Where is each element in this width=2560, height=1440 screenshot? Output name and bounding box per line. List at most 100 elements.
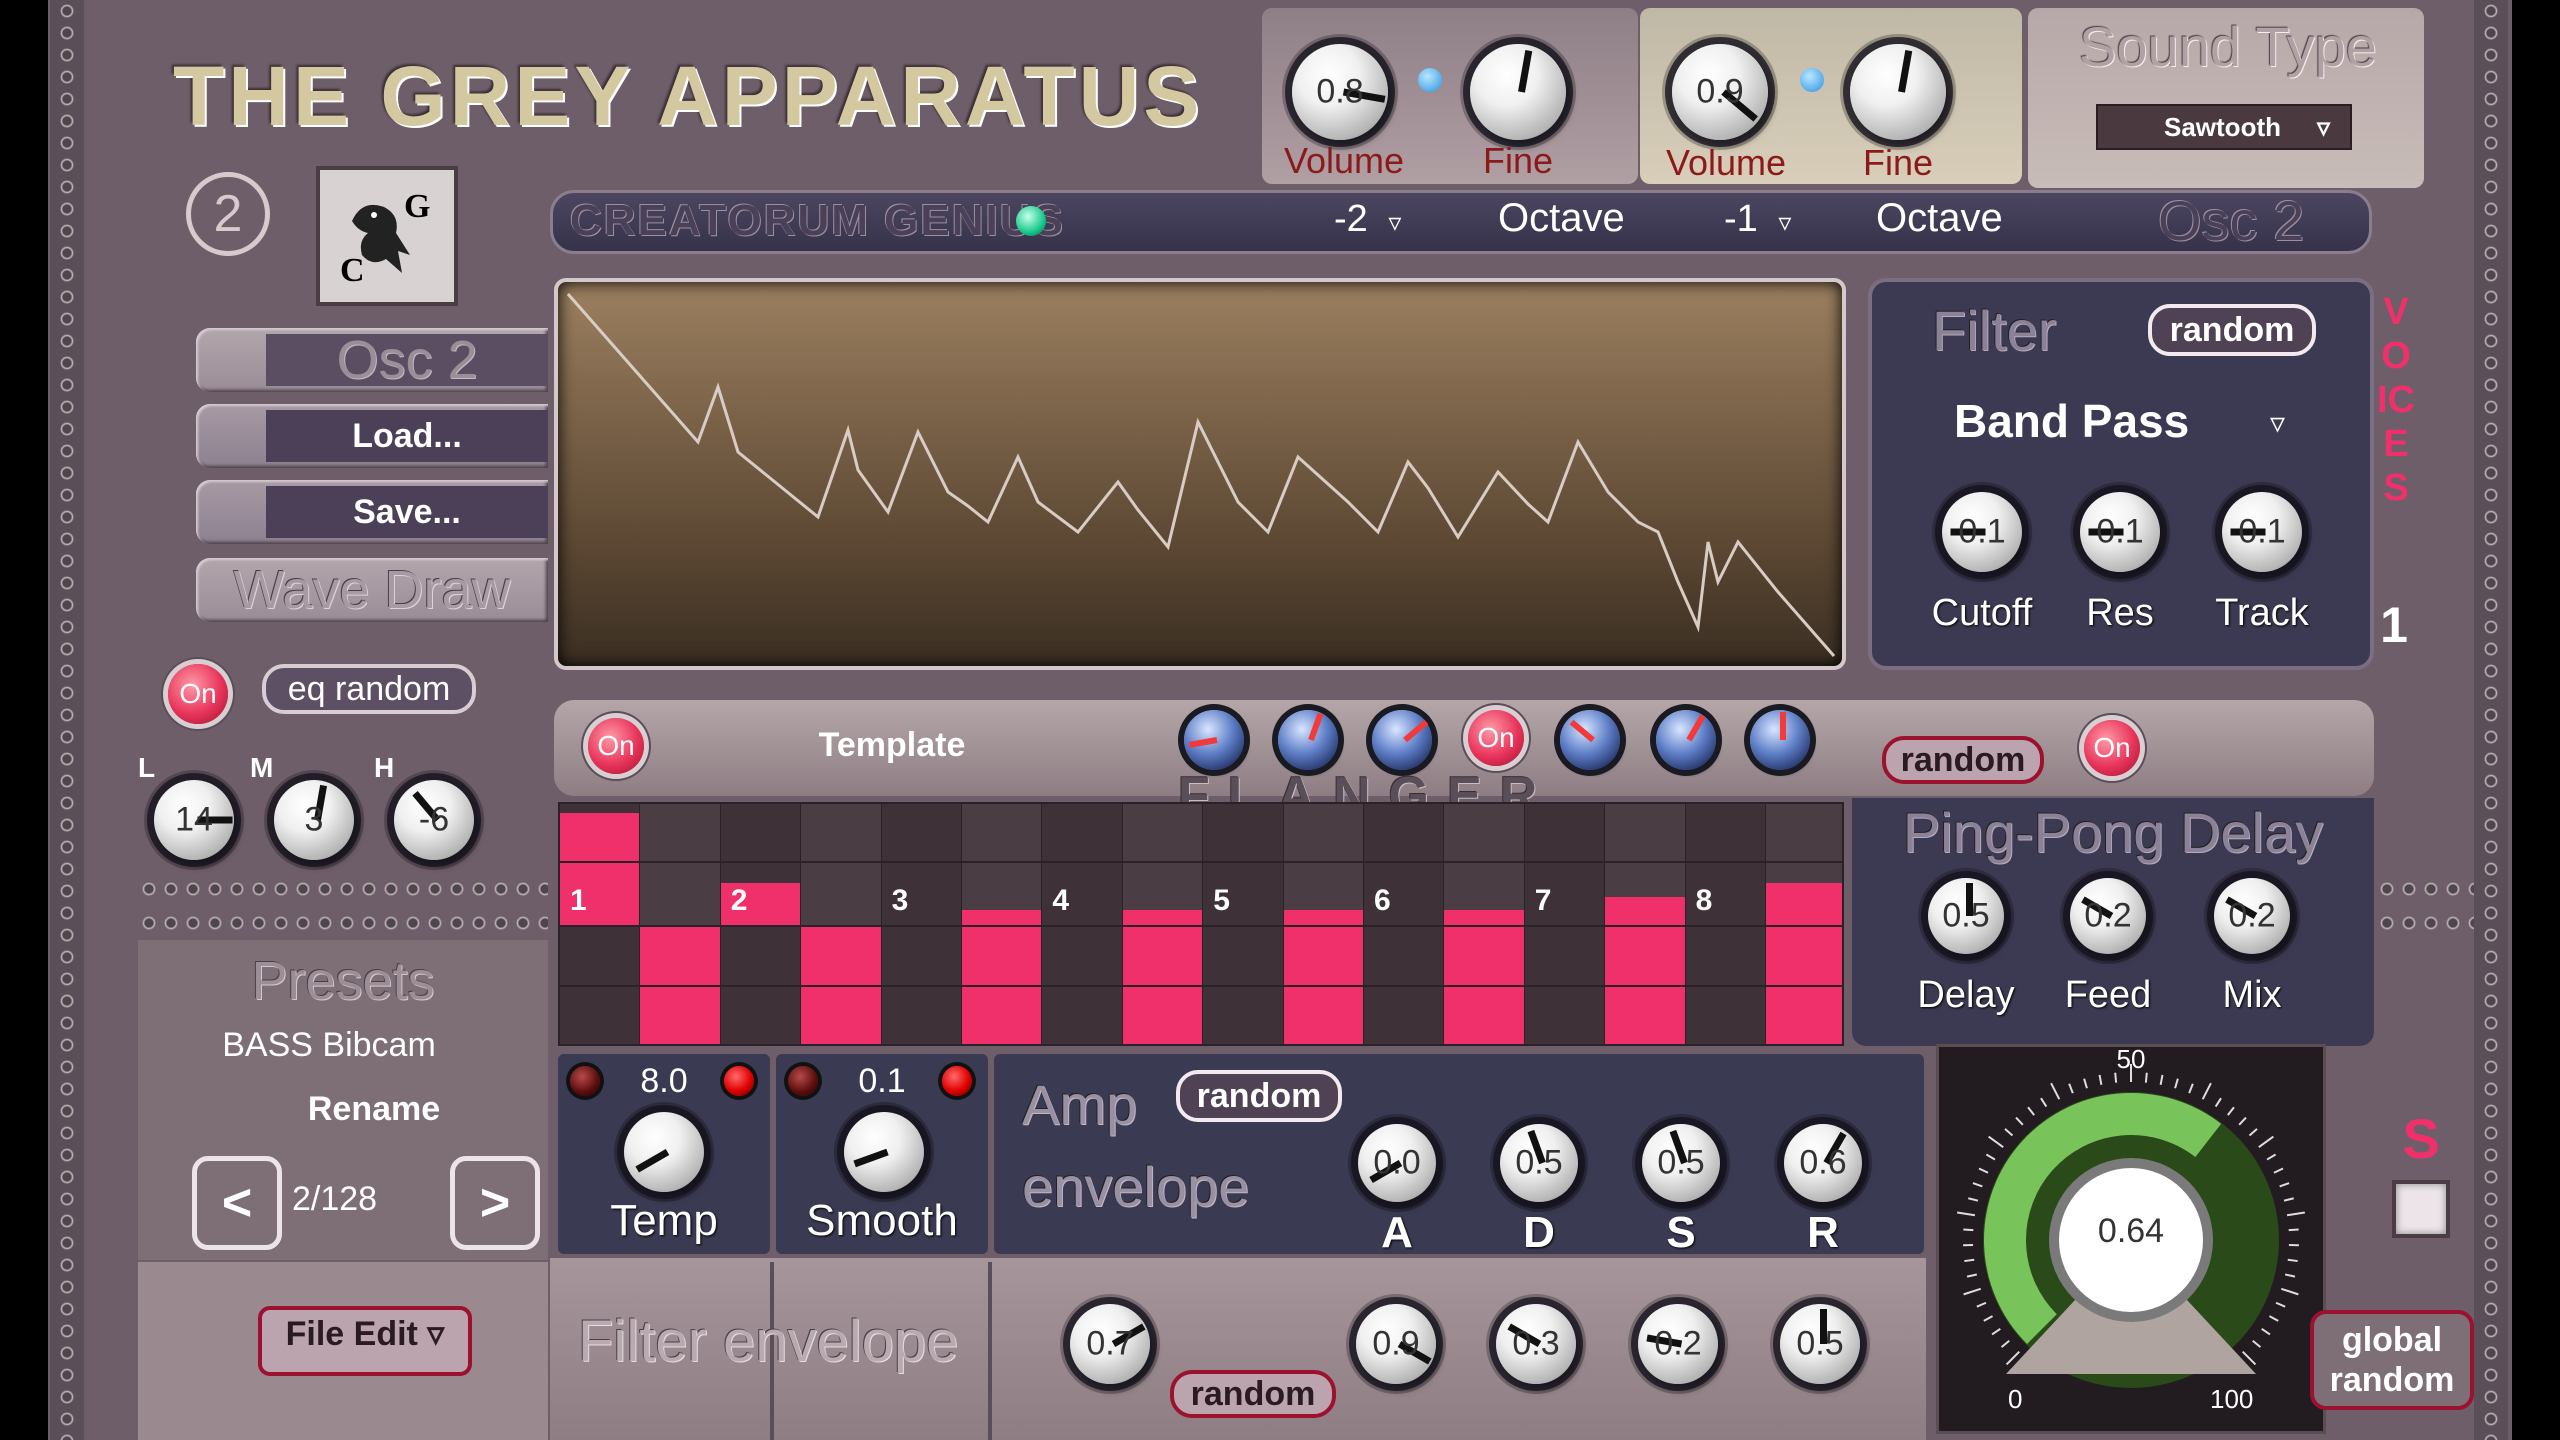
eq-low-knob[interactable]: 14 [154, 780, 234, 860]
voices-count[interactable]: 1 [2364, 596, 2424, 654]
master-scale-tick [2273, 1167, 2284, 1174]
sequencer-gridlines [560, 861, 1842, 987]
delay-time-knob[interactable]: 0.5 [1928, 878, 2004, 954]
temp-knob[interactable] [624, 1112, 704, 1192]
master-scale-tick [2068, 1083, 2074, 1094]
eq-on-button[interactable]: On [168, 664, 228, 724]
load-button[interactable]: Load... [196, 404, 548, 468]
osc1-octave-label: Octave [1498, 196, 1625, 240]
eq-mid-knob[interactable]: 3 [274, 780, 354, 860]
template-label[interactable]: Template [762, 726, 1022, 765]
filter-env-random-button[interactable]: random [1170, 1370, 1336, 1418]
master-scale-tick [1966, 1273, 1978, 1278]
eq-l-label: L [138, 752, 156, 783]
master-scale-tick [2188, 1083, 2194, 1094]
filter-track-label: Track [2215, 592, 2309, 634]
flanger-knob-on-button[interactable]: On [1468, 710, 1524, 766]
filter-res-knob[interactable]: 0.1 [2080, 492, 2160, 572]
svg-text:G: G [404, 188, 430, 225]
delay-feed-label: Feed [2064, 974, 2152, 1016]
amp-sustain-knob[interactable]: 0.5 [1642, 1124, 1720, 1202]
delay-mix-knob[interactable]: 0.2 [2214, 878, 2290, 954]
flanger-knob-1[interactable] [1184, 710, 1244, 770]
master-scale-tick [1983, 1315, 1994, 1322]
osc2-tab[interactable]: Osc 2 [2158, 188, 2304, 253]
waveform-display[interactable] [554, 278, 1846, 670]
master-scale-tick [1985, 1153, 1996, 1161]
filter-envelope-title: Filter envelope [578, 1309, 959, 1374]
master-scale-tick [2283, 1197, 2294, 1202]
master-scale-tick [2040, 1097, 2048, 1108]
master-scale-tick [2280, 1287, 2299, 1296]
flanger-on-button[interactable]: On [588, 718, 644, 774]
smooth-knob[interactable] [844, 1112, 924, 1192]
save-button[interactable]: Save... [196, 480, 548, 544]
osc2-volume-knob[interactable]: 0.9 [1672, 44, 1768, 140]
filter-env-decay-knob[interactable]: 0.3 [1496, 1304, 1576, 1384]
master-scale-tick [1978, 1167, 1989, 1174]
amp-title-line1: Amp [1022, 1073, 1138, 1136]
global-random-button[interactable]: global random [2310, 1310, 2474, 1410]
master-scale-tick [2227, 1106, 2235, 1116]
divider-dots [2376, 912, 2474, 934]
filter-env-sustain-knob[interactable]: 0.2 [1638, 1304, 1718, 1384]
file-edit-menu[interactable]: File Edit ▿ [258, 1306, 472, 1376]
filter-track-knob[interactable]: 0.1 [2222, 492, 2302, 572]
chevron-down-icon: ▿ [2270, 407, 2286, 440]
amp-release-knob[interactable]: 0.6 [1784, 1124, 1862, 1202]
solo-button[interactable] [2392, 1180, 2450, 1238]
delay-feed-knob[interactable]: 0.2 [2070, 878, 2146, 954]
filter-env-release-knob[interactable]: 0.5 [1780, 1304, 1860, 1384]
filter-env-amount-knob[interactable]: 0.7 [1070, 1304, 1150, 1384]
osc1-volume-label: Volume [1283, 140, 1405, 181]
flanger-random-button[interactable]: random [1882, 736, 2044, 784]
flanger-knob-4[interactable] [1560, 710, 1620, 770]
chevron-down-icon: ▿ [1778, 207, 1792, 237]
flanger-knob-2[interactable] [1278, 710, 1338, 770]
flanger-knob-3[interactable] [1372, 710, 1432, 770]
prev-preset-button[interactable]: < [192, 1156, 282, 1250]
osc2-volume-label: Volume [1665, 142, 1787, 183]
filter-title: Filter [1932, 299, 2057, 362]
eq-high-knob[interactable]: -6 [394, 780, 474, 860]
osc1-volume-knob[interactable]: 0.8 [1292, 44, 1388, 140]
wave-draw-button[interactable]: Wave Draw [196, 558, 548, 622]
master-scale-tick [1991, 1327, 2001, 1336]
osc1-tab-label: Osc 2 [266, 330, 548, 390]
master-scale-tick [2174, 1078, 2179, 1089]
amp-random-button[interactable]: random [1176, 1070, 1342, 1122]
filter-env-attack-knob[interactable]: 0.9 [1356, 1304, 1436, 1384]
master-scale-tick [2275, 1301, 2286, 1308]
divider [988, 1262, 992, 1440]
next-preset-button[interactable]: > [450, 1156, 540, 1250]
flanger-knob-5[interactable] [1656, 710, 1716, 770]
preset-name: BASS Bibcam [222, 1026, 436, 1064]
osc2-fine-knob[interactable] [1850, 44, 1946, 140]
filter-random-button[interactable]: random [2148, 304, 2316, 356]
amp-attack-knob[interactable]: 0.0 [1358, 1124, 1436, 1202]
eq-m-label: M [250, 752, 274, 783]
osc2-fine-label: Fine [1862, 142, 1934, 183]
divider-dots [2376, 878, 2474, 900]
filter-cutoff-label: Cutoff [1931, 592, 2033, 634]
delay-on-button[interactable]: On [2084, 720, 2140, 776]
filter-cutoff-knob[interactable]: 0.1 [1942, 492, 2022, 572]
amp-decay-knob[interactable]: 0.5 [1500, 1124, 1578, 1202]
filter-type-select[interactable]: Band Pass [1954, 394, 2189, 448]
master-scale-tick [2279, 1182, 2290, 1188]
sequencer-grid[interactable]: 12345678 [558, 802, 1844, 1046]
master-scale-tick [2083, 1078, 2088, 1089]
eq-random-button[interactable]: eq random [262, 664, 476, 714]
osc1-tab[interactable]: Osc 2 [196, 328, 548, 392]
osc2-octave-select[interactable]: -1 ▿ [1724, 198, 1791, 241]
chevron-down-icon: ▿ [2317, 111, 2331, 142]
osc1-fine-knob[interactable] [1470, 44, 1566, 140]
rename-button[interactable]: Rename [244, 1090, 504, 1129]
flanger-knob-6[interactable] [1750, 710, 1810, 770]
master-scale-tick [2248, 1128, 2258, 1137]
master-scale-tick [2114, 1072, 2118, 1083]
sound-type-select[interactable]: Sawtooth ▿ [2096, 104, 2352, 150]
sound-type-title: Sound Type [2079, 15, 2377, 78]
master-scale-tick [1976, 1301, 1987, 1308]
osc1-octave-select[interactable]: -2 ▿ [1334, 198, 1401, 241]
